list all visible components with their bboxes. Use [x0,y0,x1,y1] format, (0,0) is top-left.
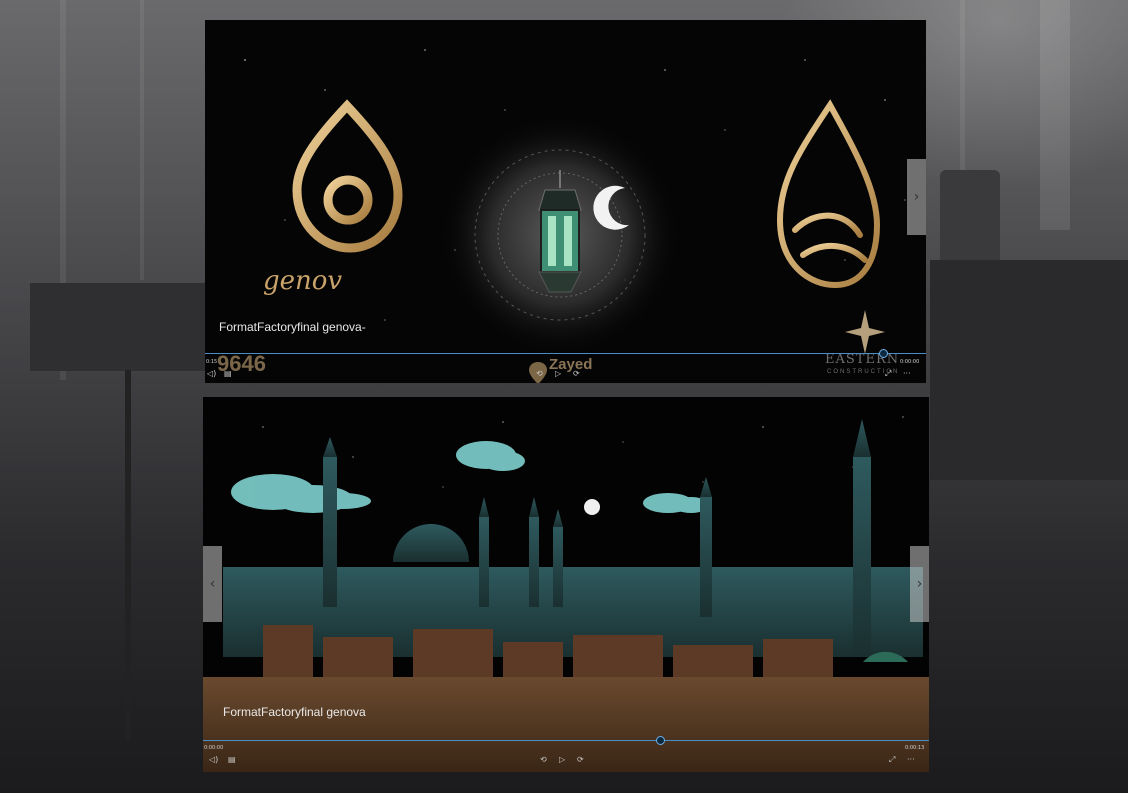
logo-text: genov [263,266,343,296]
seek-bar[interactable] [203,740,929,741]
video-title: FormatFactoryfinal genova [223,705,366,719]
brand-name: EASTERN [825,352,900,367]
next-button[interactable]: › [910,546,929,622]
subtitles-icon[interactable]: ▤ [228,756,236,764]
play-icon[interactable]: ▷ [559,756,565,764]
rewind-icon[interactable]: ⟲ [540,756,547,764]
fullscreen-icon[interactable]: ⤢ [885,370,891,378]
time-remaining: 0:00:13 [905,745,925,751]
seek-handle[interactable] [878,349,888,358]
more-options-icon[interactable]: ··· [903,370,911,378]
fullscreen-icon[interactable]: ⤢ [889,756,895,764]
video-title: FormatFactoryfinal genova- [219,320,366,334]
background-window [1040,0,1070,230]
moon [584,499,600,515]
background-sign-post [125,370,131,740]
seek-bar[interactable] [205,353,926,354]
time-elapsed: 0:15 [206,359,218,365]
play-icon[interactable]: ▷ [555,370,561,378]
time-remaining: 0:00:00 [900,359,920,365]
more-options-icon[interactable]: ··· [907,756,915,764]
forward-icon[interactable]: ⟳ [577,756,584,764]
video-player-1[interactable]: genov 9646 Zayed EASTERN CONSTRUCTION Fo… [205,20,926,383]
background-stairs [930,260,1128,480]
previous-button[interactable]: ‹ [203,546,222,622]
rewind-icon[interactable]: ⟲ [536,370,543,378]
forward-icon[interactable]: ⟳ [573,370,580,378]
background-sign [30,283,205,371]
volume-icon[interactable]: ◁) [209,756,218,764]
volume-icon[interactable]: ◁) [207,370,216,378]
video-player-2[interactable]: FormatFactoryfinal genova ‹ › 0:00:00 0:… [203,397,929,772]
desert-ground [203,677,929,772]
time-elapsed: 0:00:00 [204,745,224,751]
subtitles-icon[interactable]: ▤ [224,370,232,378]
next-button[interactable]: › [907,159,926,235]
background-pillar [140,0,144,280]
